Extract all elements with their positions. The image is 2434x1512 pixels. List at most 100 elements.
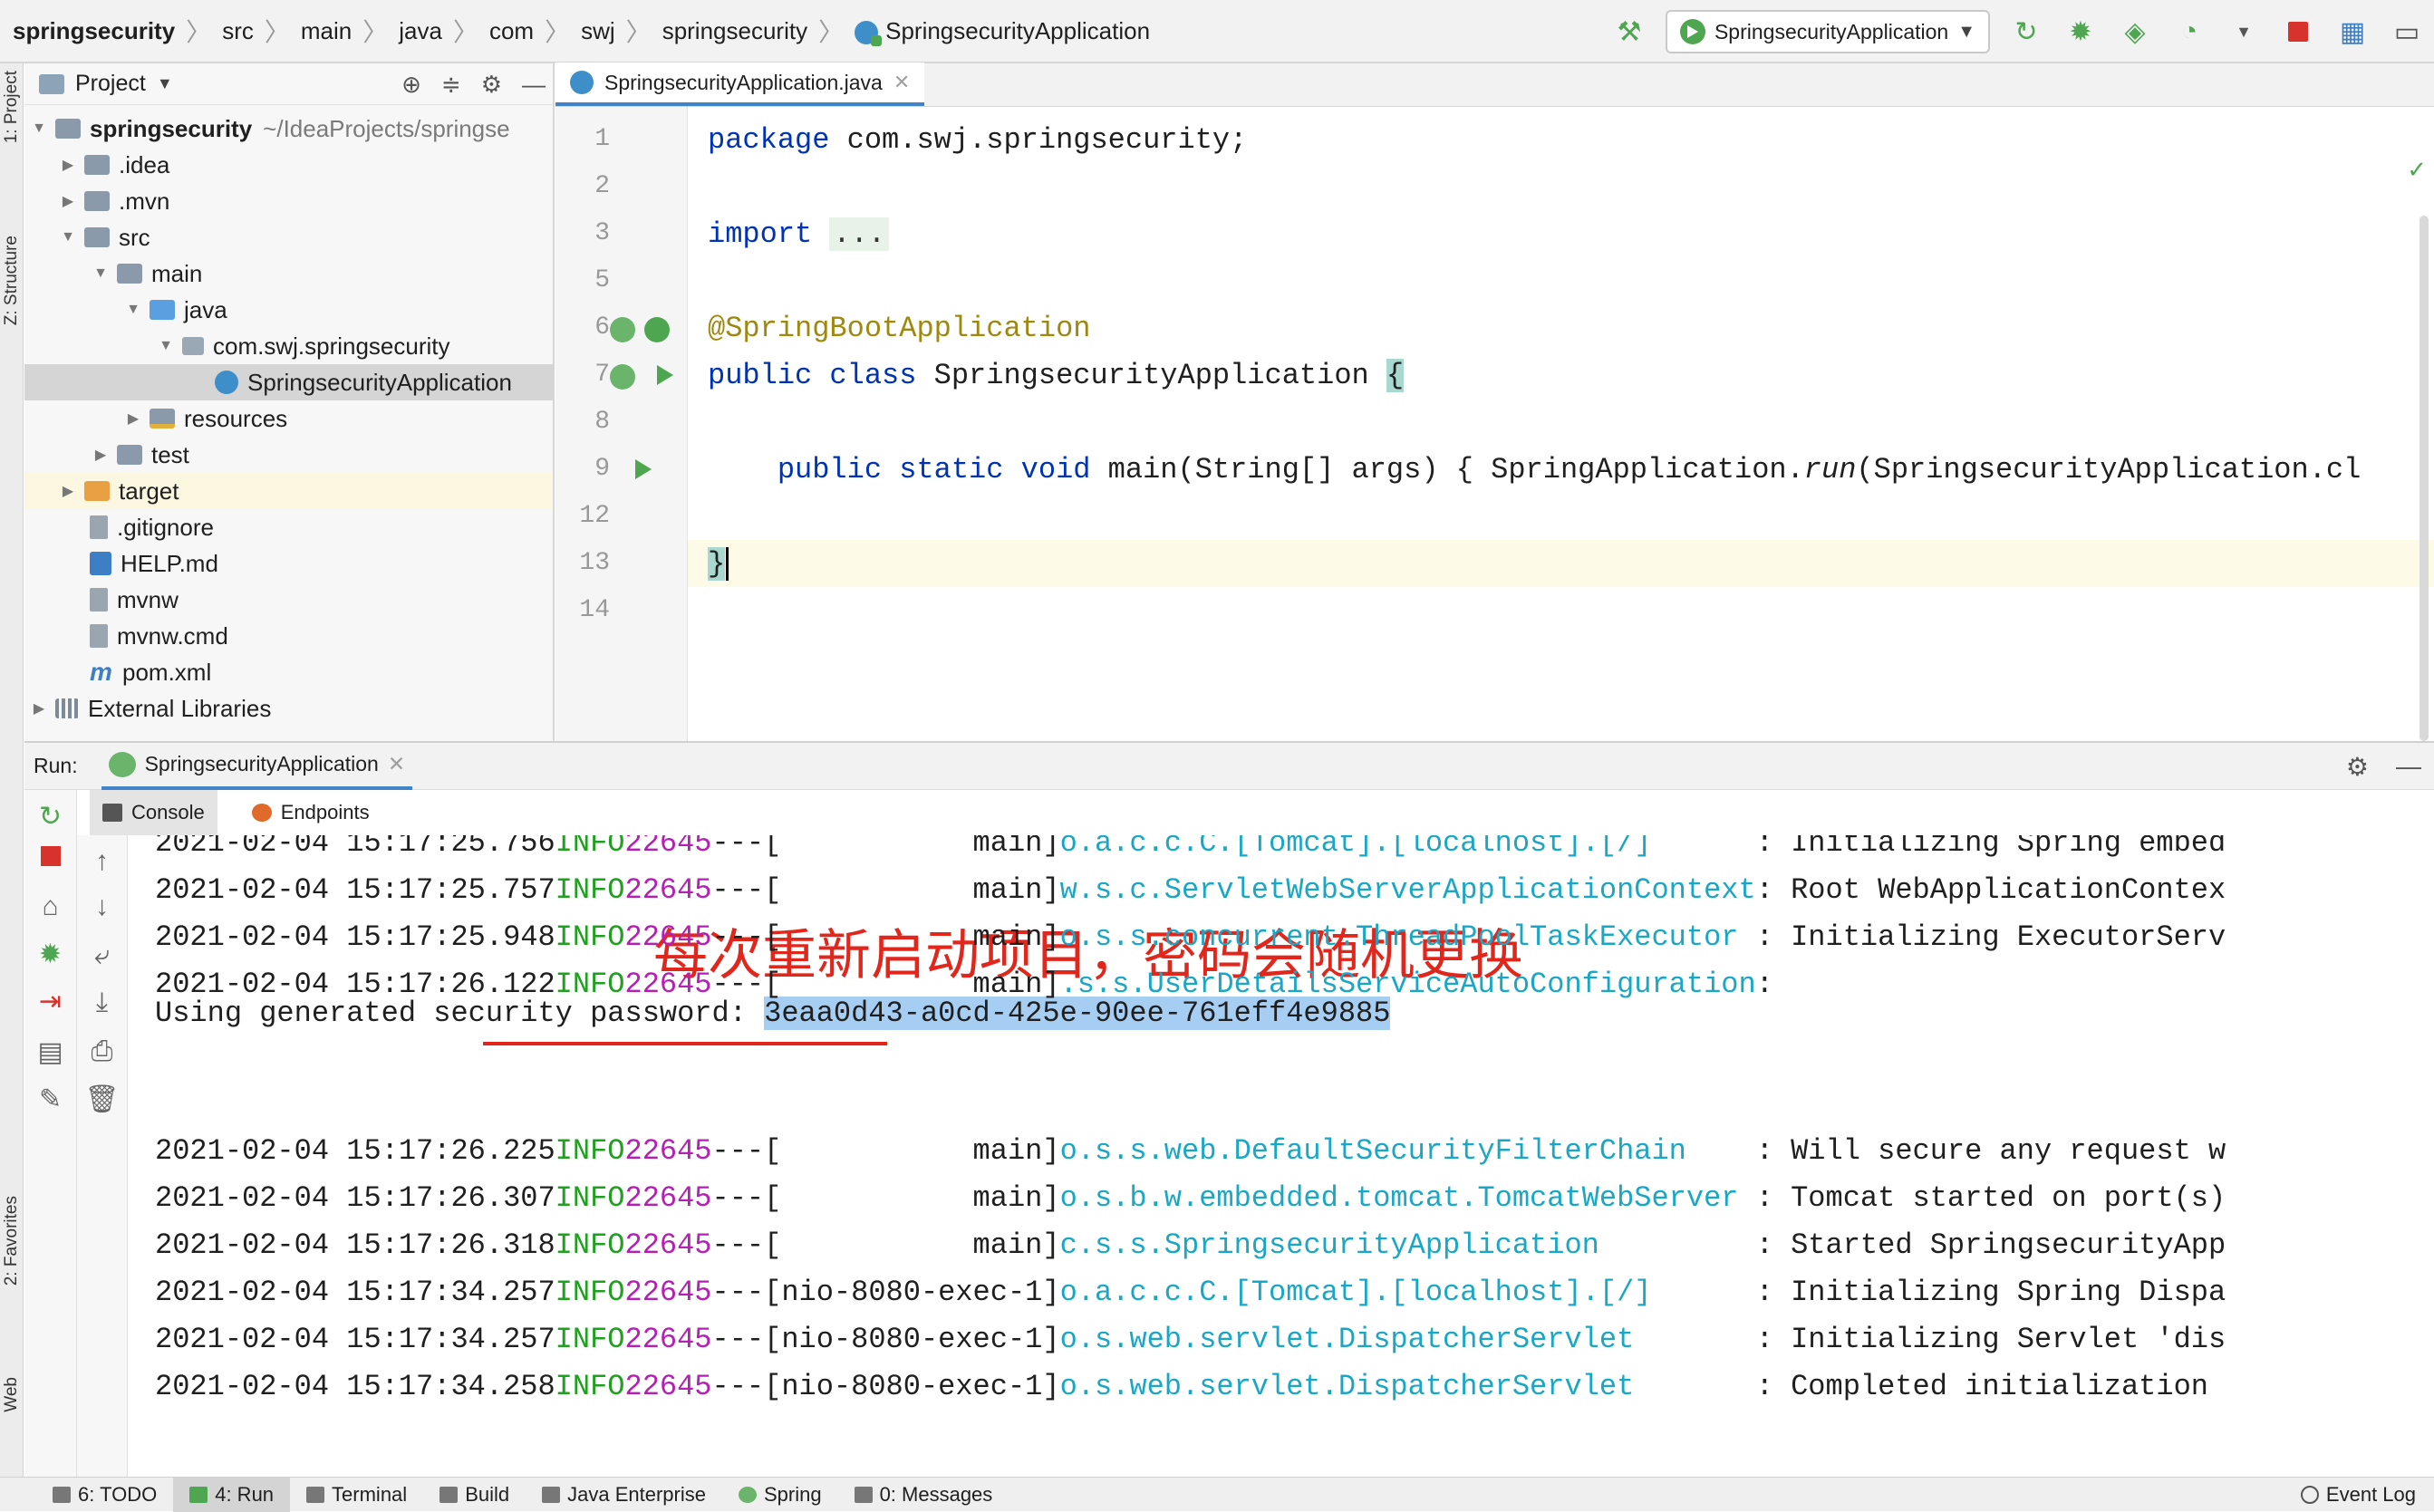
- log-logger[interactable]: o.s.web.servlet.DispatcherServlet: [1060, 1370, 1756, 1403]
- tree-node-mvnw-cmd[interactable]: mvnw.cmd: [24, 618, 553, 654]
- collapse-arrow-icon[interactable]: ▶: [28, 699, 50, 717]
- log-logger[interactable]: o.s.web.servlet.DispatcherServlet: [1060, 1323, 1756, 1356]
- run-configuration-selector[interactable]: SpringsecurityApplication ▼: [1665, 10, 1990, 53]
- arrow-up-icon[interactable]: ↑: [95, 846, 109, 877]
- pin-icon[interactable]: ✎: [39, 1083, 62, 1115]
- log-logger[interactable]: c.s.s.SpringsecurityApplication: [1060, 1228, 1756, 1262]
- log-logger[interactable]: o.a.c.c.C.[Tomcat].[localhost].[/]: [1060, 1276, 1756, 1309]
- tree-node-test[interactable]: ▶ test: [24, 437, 553, 473]
- debug-icon[interactable]: ✹: [39, 939, 62, 970]
- profile-icon[interactable]: ◔: [2171, 14, 2207, 50]
- chevron-down-icon[interactable]: ▼: [157, 74, 173, 93]
- stop-icon[interactable]: [40, 846, 61, 866]
- bottom-tab-build[interactable]: Build: [423, 1478, 526, 1512]
- collapse-all-icon[interactable]: ≑: [441, 71, 461, 99]
- bottom-tab-run[interactable]: 4: Run: [173, 1477, 291, 1512]
- hide-panel-icon[interactable]: —: [2396, 752, 2421, 781]
- breadcrumb-project[interactable]: springsecurity: [7, 17, 180, 45]
- folded-imports[interactable]: ...: [829, 217, 890, 251]
- bottom-tab-terminal[interactable]: Terminal: [290, 1478, 423, 1512]
- tab-endpoints[interactable]: Endpoints: [239, 790, 382, 835]
- gear-icon[interactable]: ⚙: [481, 71, 502, 99]
- tree-node-help-md[interactable]: HELP.md: [24, 545, 553, 582]
- more-run-options-icon[interactable]: ▼: [2226, 14, 2262, 50]
- breadcrumb-swj[interactable]: swj: [575, 17, 621, 45]
- tree-node-gitignore[interactable]: .gitignore: [24, 509, 553, 545]
- collapse-arrow-icon[interactable]: ▶: [57, 156, 79, 174]
- collapse-arrow-icon[interactable]: ▶: [90, 446, 111, 464]
- log-logger[interactable]: w.s.c.ServletWebServerApplicationContext: [1060, 873, 1756, 907]
- camera-icon[interactable]: ⌂: [42, 891, 58, 922]
- tree-node-main[interactable]: ▼ main: [24, 255, 553, 292]
- breadcrumb-class[interactable]: SpringsecurityApplication: [849, 17, 1155, 46]
- tool-tab-project[interactable]: 1: Project: [2, 71, 22, 143]
- scroll-to-end-icon[interactable]: ⤓: [96, 987, 108, 1018]
- tree-node-idea[interactable]: ▶ .idea: [24, 147, 553, 183]
- expand-arrow-icon[interactable]: ▼: [28, 120, 50, 137]
- spring-boot-gutter-icon[interactable]: [644, 317, 670, 342]
- editor-tab[interactable]: SpringsecurityApplication.java ✕: [555, 63, 925, 106]
- arrow-down-icon[interactable]: ↓: [95, 891, 109, 922]
- breadcrumb-springsecurity[interactable]: springsecurity: [657, 17, 813, 45]
- run-class-gutter-icon[interactable]: [657, 365, 673, 385]
- build-hammer-icon[interactable]: ⚒: [1611, 14, 1647, 50]
- close-icon[interactable]: ✕: [388, 752, 405, 776]
- tree-node-package[interactable]: ▼ com.swj.springsecurity: [24, 328, 553, 364]
- close-icon[interactable]: ✕: [893, 71, 910, 94]
- collapse-arrow-icon[interactable]: ▶: [57, 192, 79, 210]
- console-output[interactable]: Using generated security password: 3eaa0…: [128, 835, 2434, 1478]
- bottom-tab-messages[interactable]: 0: Messages: [838, 1478, 1009, 1512]
- tree-node-resources[interactable]: ▶ resources: [24, 400, 553, 437]
- tree-node-mvn[interactable]: ▶ .mvn: [24, 183, 553, 219]
- log-logger[interactable]: o.a.c.c.C.[Tomcat].[localhost].[/]: [1060, 835, 1756, 860]
- breadcrumb-com[interactable]: com: [484, 17, 539, 45]
- breadcrumb-src[interactable]: src: [217, 17, 259, 45]
- project-structure-icon[interactable]: ▦: [2334, 14, 2371, 50]
- soft-wrap-icon[interactable]: ⤶: [94, 940, 110, 971]
- rerun-icon[interactable]: ↻: [39, 801, 62, 833]
- tool-tab-web[interactable]: Web: [2, 1377, 22, 1412]
- print-icon[interactable]: ⎙: [92, 1036, 113, 1067]
- no-problems-check-icon[interactable]: ✓: [2407, 156, 2427, 184]
- tree-node-external-libraries[interactable]: ▶ External Libraries: [24, 690, 553, 727]
- bottom-tab-spring[interactable]: Spring: [722, 1478, 838, 1512]
- hide-panel-icon[interactable]: —: [522, 71, 546, 99]
- expand-arrow-icon[interactable]: ▼: [122, 302, 144, 318]
- log-logger[interactable]: o.s.s.concurrent.ThreadPoolTaskExecutor: [1060, 920, 1756, 954]
- collapse-arrow-icon[interactable]: ▶: [122, 409, 144, 428]
- editor-scrollbar[interactable]: [2420, 216, 2429, 741]
- run-with-coverage-icon[interactable]: ◈: [2117, 14, 2153, 50]
- log-logger[interactable]: .s.s.UserDetailsServiceAutoConfiguration: [1060, 968, 1756, 1001]
- trash-icon[interactable]: 🗑: [84, 1083, 119, 1115]
- project-view-selector[interactable]: Project: [75, 71, 146, 97]
- bottom-tab-java-enterprise[interactable]: Java Enterprise: [526, 1478, 722, 1512]
- expand-arrow-icon[interactable]: ▼: [90, 265, 111, 282]
- collapse-arrow-icon[interactable]: ▶: [57, 482, 79, 500]
- exit-icon[interactable]: ⇥: [39, 986, 62, 1017]
- debug-icon[interactable]: ✹: [2062, 14, 2099, 50]
- event-log-button[interactable]: Event Log: [2300, 1478, 2416, 1512]
- tool-tab-favorites[interactable]: 2: Favorites: [2, 1196, 22, 1286]
- breadcrumb-java[interactable]: java: [393, 17, 448, 45]
- tab-console[interactable]: Console: [90, 790, 217, 835]
- stop-icon[interactable]: [2280, 14, 2316, 50]
- tree-node-java[interactable]: ▼ java: [24, 292, 553, 328]
- locate-file-icon[interactable]: ⊕: [401, 71, 421, 99]
- spring-bean-gutter-icon[interactable]: [610, 317, 635, 342]
- tree-node-mvnw[interactable]: mvnw: [24, 582, 553, 618]
- presentation-mode-icon[interactable]: ▭: [2389, 14, 2425, 50]
- tree-node-src[interactable]: ▼ src: [24, 219, 553, 255]
- layout-icon[interactable]: ▤: [37, 1036, 63, 1068]
- code-area[interactable]: package com.swj.springsecurity; import .…: [688, 107, 2434, 741]
- tree-node-root[interactable]: ▼ springsecurity ~/IdeaProjects/springse: [24, 111, 553, 147]
- run-tab[interactable]: SpringsecurityApplication ✕: [101, 743, 413, 790]
- tree-node-pom[interactable]: m pom.xml: [24, 654, 553, 690]
- tree-node-application-class[interactable]: SpringsecurityApplication: [24, 364, 553, 400]
- expand-arrow-icon[interactable]: ▼: [155, 338, 177, 354]
- bottom-tab-todo[interactable]: 6: TODO: [36, 1478, 173, 1512]
- breadcrumb-main[interactable]: main: [295, 17, 357, 45]
- gear-icon[interactable]: ⚙: [2346, 752, 2369, 782]
- expand-arrow-icon[interactable]: ▼: [57, 229, 79, 246]
- log-logger[interactable]: o.s.b.w.embedded.tomcat.TomcatWebServer: [1060, 1181, 1756, 1215]
- spring-bean-gutter-icon[interactable]: [610, 364, 635, 390]
